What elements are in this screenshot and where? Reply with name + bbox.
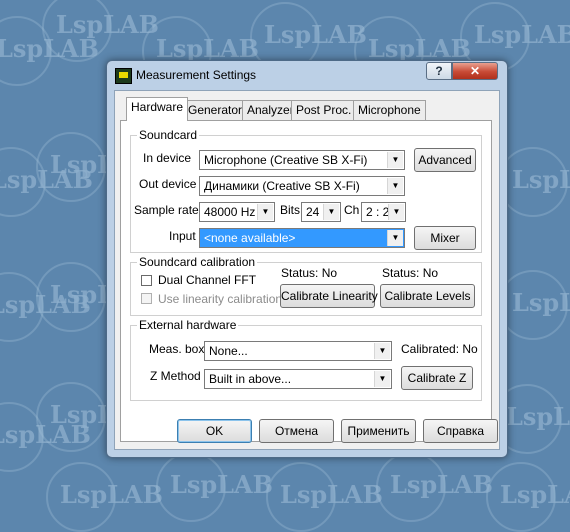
window-title: Measurement Settings xyxy=(136,68,257,82)
chevron-down-icon: ▼ xyxy=(387,152,403,168)
help-button[interactable]: Справка xyxy=(423,419,498,443)
sample-rate-value: 48000 Hz xyxy=(204,205,256,219)
watermark-text: LspLAB xyxy=(250,2,367,72)
in-device-label: In device xyxy=(143,151,192,165)
out-device-value: Динамики (Creative SB X-Fi) xyxy=(204,179,360,193)
watermark-text: LspLAB xyxy=(376,452,493,522)
watermark-text: LspLAB xyxy=(498,147,570,217)
input-select[interactable]: <none available> ▼ xyxy=(199,228,405,248)
meas-box-select[interactable]: None... ▼ xyxy=(204,341,392,361)
advanced-button[interactable]: Advanced xyxy=(414,148,476,172)
watermark-text: LspLAB xyxy=(266,462,383,532)
cancel-button[interactable]: Отмена xyxy=(259,419,334,443)
sample-rate-label: Sample rate xyxy=(134,203,199,217)
apply-button[interactable]: Применить xyxy=(341,419,416,443)
z-method-label: Z Method xyxy=(150,369,201,383)
bits-select[interactable]: 24 ▼ xyxy=(301,202,341,222)
tab-microphone[interactable]: Microphone xyxy=(353,100,426,120)
channels-value: 2 : 2 xyxy=(366,205,390,219)
calibrate-linearity-button[interactable]: Calibrate Linearity xyxy=(280,284,378,308)
chevron-down-icon: ▼ xyxy=(387,230,403,246)
chevron-down-icon: ▼ xyxy=(257,204,273,220)
input-value: <none available> xyxy=(204,231,296,245)
chevron-down-icon: ▼ xyxy=(374,343,390,359)
out-device-select[interactable]: Динамики (Creative SB X-Fi) ▼ xyxy=(199,176,405,196)
linearity-calibration-checkbox[interactable] xyxy=(141,293,152,304)
watermark-text: LspLAB xyxy=(498,270,570,340)
help-icon[interactable]: ? xyxy=(426,62,452,80)
bits-label: Bits xyxy=(280,203,301,217)
watermark-text: LspLAB xyxy=(156,452,273,522)
chevron-down-icon: ▼ xyxy=(323,204,339,220)
title-bar[interactable]: Measurement Settings ? ✕ xyxy=(107,61,507,89)
app-icon xyxy=(115,68,132,84)
watermark-text: LspLAB xyxy=(46,462,163,532)
linearity-calibration-label: Use linearity calibration xyxy=(158,292,283,306)
measurement-settings-dialog: Measurement Settings ? ✕ Hardware Genera… xyxy=(106,60,508,458)
linearity-status: Status: No xyxy=(281,266,338,280)
dialog-client-area: Hardware Generator Analyzer Post Proc. M… xyxy=(114,90,500,450)
calibrate-levels-button[interactable]: Calibrate Levels xyxy=(380,284,475,308)
tab-hardware[interactable]: Hardware xyxy=(126,97,189,121)
group-title: External hardware xyxy=(137,318,239,332)
chevron-down-icon: ▼ xyxy=(374,371,390,387)
dual-channel-fft-label: Dual Channel FFT xyxy=(158,273,257,287)
hardware-tab-page: Soundcard In device Microphone (Creative… xyxy=(120,120,492,442)
soundcard-group: Soundcard In device Microphone (Creative… xyxy=(130,128,482,253)
calibrate-z-button[interactable]: Calibrate Z xyxy=(401,366,473,390)
channels-select[interactable]: 2 : 2 ▼ xyxy=(361,202,406,222)
tab-post-proc[interactable]: Post Proc. xyxy=(291,100,357,120)
meas-box-label: Meas. box xyxy=(149,342,205,356)
z-method-select[interactable]: Built in above... ▼ xyxy=(204,369,392,389)
watermark-text: LspLAB xyxy=(142,16,259,86)
chevron-down-icon: ▼ xyxy=(388,204,404,220)
meas-box-value: None... xyxy=(209,344,248,358)
watermark-text: LspLAB xyxy=(460,2,570,72)
dual-channel-fft-checkbox[interactable] xyxy=(141,275,152,286)
external-hardware-group: External hardware Meas. box None... ▼ Ca… xyxy=(130,318,482,401)
watermark-text: LspLAB xyxy=(492,384,570,454)
out-device-label: Out device xyxy=(139,177,197,191)
chevron-down-icon: ▼ xyxy=(387,178,403,194)
levels-status: Status: No xyxy=(382,266,439,280)
z-method-value: Built in above... xyxy=(209,372,292,386)
close-icon[interactable]: ✕ xyxy=(452,62,498,80)
in-device-value: Microphone (Creative SB X-Fi) xyxy=(204,153,368,167)
ok-button[interactable]: OK xyxy=(177,419,252,443)
bits-value: 24 xyxy=(306,205,320,219)
mixer-button[interactable]: Mixer xyxy=(414,226,476,250)
watermark-text: LspLAB xyxy=(0,147,93,217)
tab-generator[interactable]: Generator xyxy=(183,100,248,120)
input-label: Input xyxy=(169,229,196,243)
sample-rate-select[interactable]: 48000 Hz ▼ xyxy=(199,202,275,222)
ch-label: Ch xyxy=(344,203,360,217)
group-title: Soundcard xyxy=(137,128,200,142)
watermark-text: LspLAB xyxy=(354,16,471,86)
soundcard-calibration-group: Soundcard calibration Dual Channel FFT U… xyxy=(130,255,482,316)
in-device-select[interactable]: Microphone (Creative SB X-Fi) ▼ xyxy=(199,150,405,170)
group-title: Soundcard calibration xyxy=(137,255,258,269)
calibrated-status: Calibrated: No xyxy=(401,342,478,356)
watermark-text: LspLAB xyxy=(42,0,159,62)
watermark-text: LspLAB xyxy=(486,462,570,532)
